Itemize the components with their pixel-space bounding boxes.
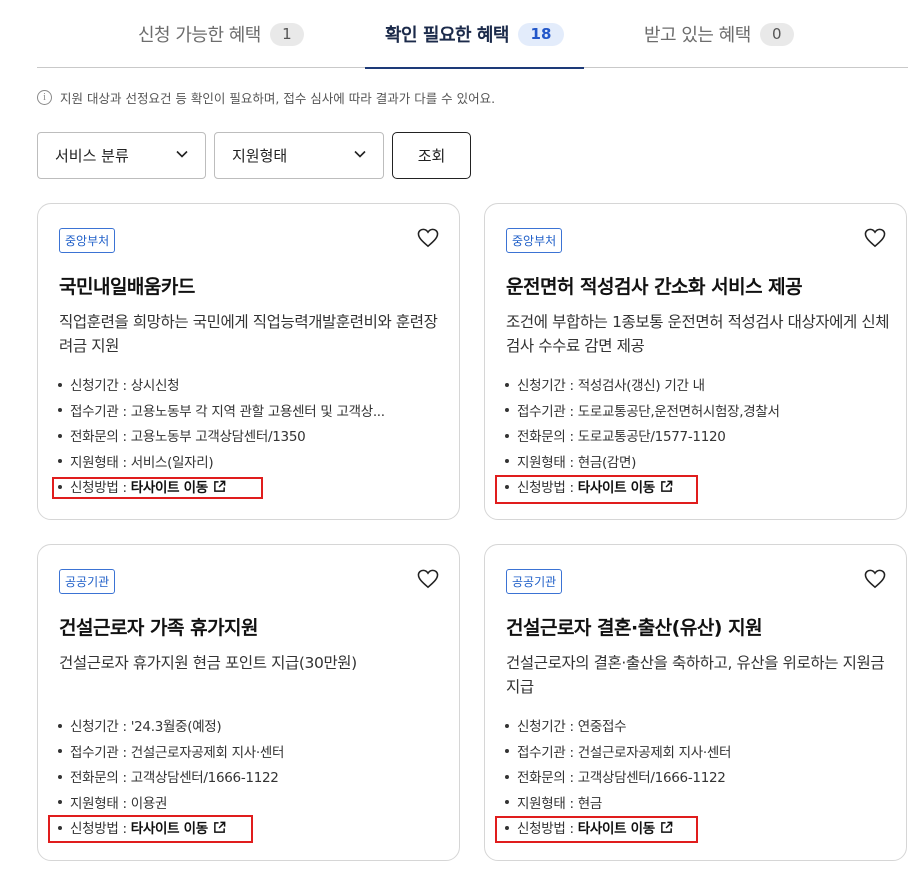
heart-icon[interactable] — [864, 228, 886, 248]
card-title[interactable]: 건설근로자 가족 휴가지원 — [59, 613, 259, 640]
service-category-value: 서비스 분류 — [55, 147, 129, 165]
card-title[interactable]: 국민내일배움카드 — [59, 272, 195, 299]
info-agency: 접수기관 : 도로교통공단,운전면허시험장,경찰서 — [505, 400, 780, 426]
heart-icon[interactable] — [864, 569, 886, 589]
tab-count-badge: 0 — [759, 22, 794, 46]
info-agency: 접수기관 : 건설근로자공제회 지사·센터 — [58, 741, 284, 767]
info-contact: 전화문의 : 고용노동부 고객상담센터/1350 — [58, 425, 385, 451]
heart-icon[interactable] — [417, 228, 439, 248]
chevron-down-icon — [354, 150, 366, 158]
benefit-tabs: 신청 가능한 혜택 1 확인 필요한 혜택 18 받고 있는 혜택 0 — [37, 0, 908, 69]
agency-type-badge: 공공기관 — [59, 569, 116, 594]
info-support-type: 지원형태 : 현금 — [505, 792, 731, 818]
agency-type-badge: 중앙부처 — [59, 228, 116, 253]
support-type-select[interactable]: 지원형태 — [214, 132, 384, 179]
service-category-select[interactable]: 서비스 분류 — [37, 132, 206, 179]
card-title[interactable]: 건설근로자 결혼·출산(유산) 지원 — [506, 613, 763, 640]
info-period: 신청기간 : '24.3월중(예정) — [58, 715, 284, 741]
highlight-box — [52, 477, 263, 499]
highlight-box — [48, 815, 253, 843]
info-agency: 접수기관 : 고용노동부 각 지역 관할 고용센터 및 고객상... — [58, 400, 385, 426]
tab-count-badge: 18 — [517, 22, 564, 46]
search-button[interactable]: 조회 — [392, 132, 471, 179]
benefit-card[interactable]: 공공기관 건설근로자 결혼·출산(유산) 지원 건설근로자의 결혼·출산을 축하… — [484, 544, 907, 861]
support-type-value: 지원형태 — [232, 147, 288, 165]
notice-text: 지원 대상과 선정요건 등 확인이 필요하며, 접수 심사에 따라 결과가 다를… — [60, 91, 496, 106]
info-contact: 전화문의 : 도로교통공단/1577-1120 — [505, 425, 780, 451]
info-period: 신청기간 : 상시신청 — [58, 374, 385, 400]
benefit-card[interactable]: 공공기관 건설근로자 가족 휴가지원 건설근로자 휴가지원 현금 포인트 지급(… — [37, 544, 460, 861]
info-contact: 전화문의 : 고객상담센터/1666-1122 — [505, 766, 731, 792]
info-period: 신청기간 : 연중접수 — [505, 715, 731, 741]
notice-text-row: i 지원 대상과 선정요건 등 확인이 필요하며, 접수 심사에 따라 결과가 … — [37, 88, 495, 107]
info-agency: 접수기관 : 건설근로자공제회 지사·센터 — [505, 741, 731, 767]
tab-needs-check-benefits[interactable]: 확인 필요한 혜택 18 — [365, 0, 584, 69]
benefit-card[interactable]: 중앙부처 운전면허 적성검사 간소화 서비스 제공 조건에 부합하는 1종보통 … — [484, 203, 907, 520]
card-title[interactable]: 운전면허 적성검사 간소화 서비스 제공 — [506, 272, 803, 299]
tab-label: 확인 필요한 혜택 — [385, 25, 509, 46]
info-icon: i — [37, 90, 52, 105]
heart-icon[interactable] — [417, 569, 439, 589]
agency-type-badge: 중앙부처 — [506, 228, 563, 253]
agency-type-badge: 공공기관 — [506, 569, 563, 594]
info-support-type: 지원형태 : 현금(감면) — [505, 451, 780, 477]
tab-available-benefits[interactable]: 신청 가능한 혜택 1 — [138, 0, 304, 68]
info-contact: 전화문의 : 고객상담센터/1666-1122 — [58, 766, 284, 792]
card-description: 건설근로자의 결혼·출산을 축하하고, 유산을 위로하는 지원금 지급 — [506, 654, 885, 696]
info-support-type: 지원형태 : 서비스(일자리) — [58, 451, 385, 477]
tab-receiving-benefits[interactable]: 받고 있는 혜택 0 — [644, 0, 794, 68]
highlight-box — [495, 816, 698, 843]
info-support-type: 지원형태 : 이용권 — [58, 792, 284, 818]
tab-count-badge: 1 — [269, 22, 304, 46]
chevron-down-icon — [176, 150, 188, 158]
card-description: 건설근로자 휴가지원 현금 포인트 지급(30만원) — [59, 654, 357, 672]
highlight-box — [495, 475, 698, 504]
info-period: 신청기간 : 적성검사(갱신) 기간 내 — [505, 374, 780, 400]
card-description: 조건에 부합하는 1종보통 운전면허 적성검사 대상자에게 신체검사 수수료 감… — [506, 313, 890, 355]
tab-label: 신청 가능한 혜택 — [138, 25, 261, 46]
tab-label: 받고 있는 혜택 — [644, 25, 751, 46]
card-description: 직업훈련을 희망하는 국민에게 직업능력개발훈련비와 훈련장려금 지원 — [59, 313, 438, 355]
benefit-card[interactable]: 중앙부처 국민내일배움카드 직업훈련을 희망하는 국민에게 직업능력개발훈련비와… — [37, 203, 460, 520]
